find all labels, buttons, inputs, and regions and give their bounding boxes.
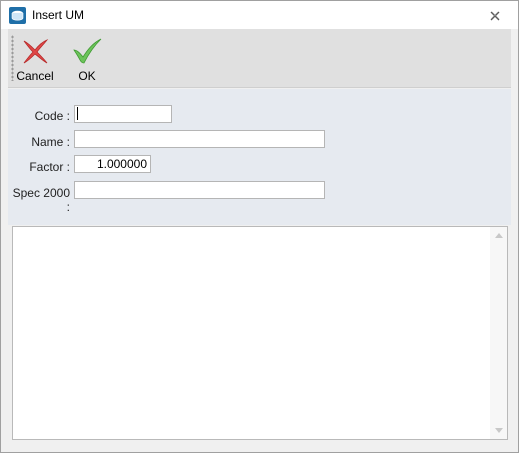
toolbar-grip[interactable] (11, 35, 14, 81)
scroll-up-arrow-icon[interactable] (495, 233, 503, 238)
ok-label: OK (78, 69, 96, 83)
close-icon[interactable] (488, 9, 502, 23)
database-icon (9, 7, 26, 24)
factor-input[interactable] (74, 155, 151, 173)
scroll-down-arrow-icon[interactable] (495, 428, 503, 433)
form-area: Code : Name : Factor : Spec 2000 : (8, 89, 511, 225)
ok-button[interactable]: OK (67, 33, 107, 87)
factor-label: Factor : (29, 160, 70, 174)
spec-2000-input[interactable] (74, 181, 325, 199)
cancel-label: Cancel (16, 69, 54, 83)
green-check-icon (73, 38, 102, 64)
text-caret (77, 107, 78, 120)
cancel-button[interactable]: Cancel (15, 33, 55, 87)
red-x-icon (23, 39, 49, 64)
code-input[interactable] (74, 105, 172, 123)
vertical-scrollbar[interactable] (490, 227, 507, 439)
toolbar: Cancel OK (8, 29, 511, 88)
code-label: Code : (34, 109, 70, 123)
memo-textarea[interactable] (12, 226, 508, 440)
name-label: Name : (31, 135, 70, 149)
name-input[interactable] (74, 130, 325, 148)
window-title: Insert UM (32, 8, 85, 22)
title-bar: Insert UM (1, 1, 518, 29)
dialog-window: Insert UM Cancel OK Code : Name : Factor… (0, 0, 519, 453)
spec-2000-label: Spec 2000 : (12, 186, 70, 214)
